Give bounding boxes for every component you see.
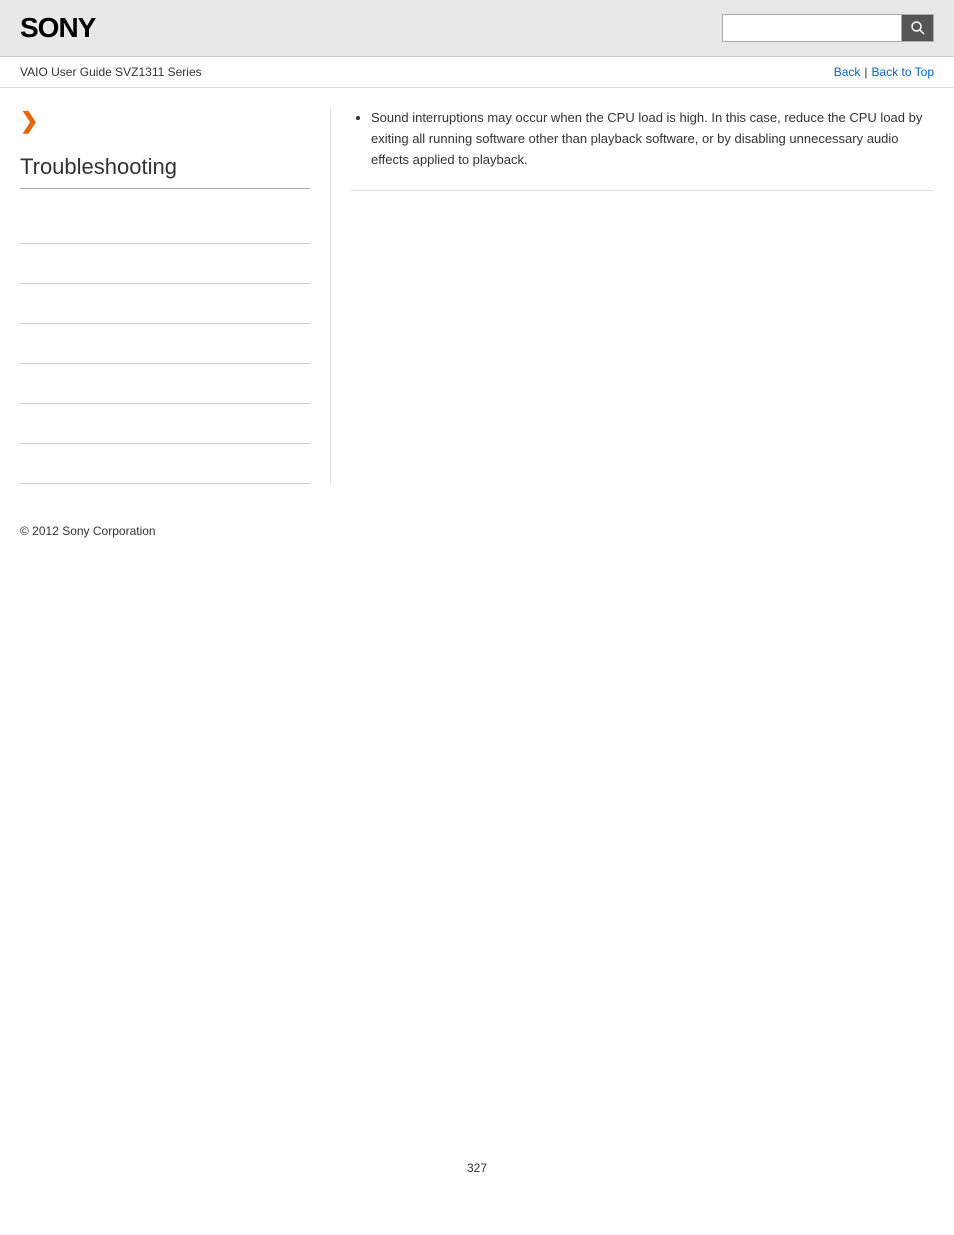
back-link[interactable]: Back xyxy=(834,65,861,79)
content-area: Sound interruptions may occur when the C… xyxy=(330,108,934,484)
guide-title: VAIO User Guide SVZ1311 Series xyxy=(20,65,202,79)
section-title: Troubleshooting xyxy=(20,154,310,189)
copyright-text: © 2012 Sony Corporation xyxy=(20,524,156,538)
main-content: ❯ Troubleshooting xyxy=(0,88,954,504)
sidebar-link-5[interactable] xyxy=(20,377,23,391)
sidebar-link-2[interactable] xyxy=(20,257,23,271)
chevron-icon: ❯ xyxy=(20,108,310,134)
sidebar: ❯ Troubleshooting xyxy=(20,108,330,484)
list-item xyxy=(20,204,310,244)
search-button[interactable] xyxy=(902,14,934,42)
sidebar-link-3[interactable] xyxy=(20,297,23,311)
nav-bar: VAIO User Guide SVZ1311 Series Back | Ba… xyxy=(0,57,954,88)
sidebar-link-1[interactable] xyxy=(20,217,23,231)
sidebar-link-4[interactable] xyxy=(20,337,23,351)
header: SONY xyxy=(0,0,954,57)
footer: © 2012 Sony Corporation xyxy=(0,504,954,558)
content-bullet-1: Sound interruptions may occur when the C… xyxy=(371,108,934,170)
list-item xyxy=(20,444,310,484)
list-item xyxy=(20,404,310,444)
list-item xyxy=(20,364,310,404)
back-to-top-link[interactable]: Back to Top xyxy=(872,65,934,79)
page-number: 327 xyxy=(0,1141,954,1195)
sidebar-links xyxy=(20,204,310,484)
list-item xyxy=(20,284,310,324)
content-list: Sound interruptions may occur when the C… xyxy=(351,108,934,170)
nav-links: Back | Back to Top xyxy=(834,65,934,79)
list-item xyxy=(20,324,310,364)
content-divider xyxy=(351,190,934,191)
nav-separator: | xyxy=(864,65,867,79)
sony-logo: SONY xyxy=(20,12,95,44)
search-icon xyxy=(910,20,926,36)
sidebar-link-6[interactable] xyxy=(20,417,23,431)
list-item xyxy=(20,244,310,284)
search-container xyxy=(722,14,934,42)
search-input[interactable] xyxy=(722,14,902,42)
sidebar-link-7[interactable] xyxy=(20,457,23,471)
